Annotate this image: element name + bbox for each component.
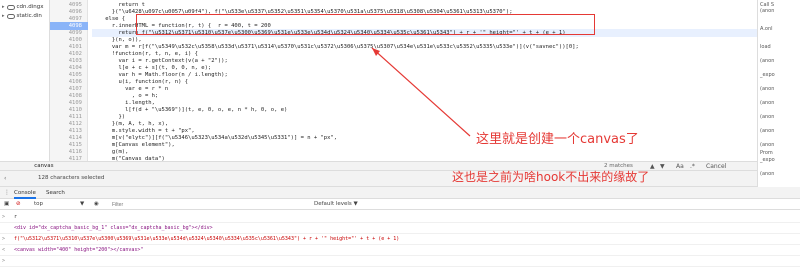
- console-prompt-icon: <: [2, 247, 6, 253]
- console-prompt-icon: >: [2, 236, 6, 242]
- highlight-box: [136, 14, 595, 35]
- search-input[interactable]: [34, 163, 144, 170]
- console-output[interactable]: > r <div id="dx_captcha_basic_bg_1" class=…: [0, 210, 800, 276]
- chevron-right-icon[interactable]: ▸: [2, 13, 5, 19]
- call-frame-item[interactable]: (anon: [760, 128, 774, 134]
- console-text: <canvas width="400" height="200"></canva…: [14, 247, 144, 253]
- call-frame-item[interactable]: _expo: [760, 157, 775, 163]
- previous-match-button[interactable]: ▲: [650, 163, 655, 170]
- annotation-note-1: 这里就是创建一个canvas了: [476, 132, 639, 147]
- call-frame-item[interactable]: A.onl: [760, 26, 773, 32]
- match-case-button[interactable]: Aa: [676, 163, 684, 170]
- call-frame-item[interactable]: Prom: [760, 150, 773, 156]
- filter-input[interactable]: [112, 200, 292, 209]
- cloud-icon: [6, 4, 15, 10]
- call-frame-item[interactable]: (anon: [760, 86, 774, 92]
- toggle-sidebar-icon[interactable]: ‹: [4, 175, 6, 182]
- context-dropdown-icon[interactable]: ▼: [80, 200, 84, 209]
- call-frame-item[interactable]: (anon: [760, 142, 774, 148]
- cloud-icon: [6, 13, 15, 19]
- tab-console[interactable]: Console: [14, 187, 36, 199]
- regex-button[interactable]: .*: [690, 163, 695, 170]
- next-match-button[interactable]: ▼: [660, 163, 665, 170]
- chevron-right-icon[interactable]: ▸: [2, 4, 5, 10]
- console-prompt-icon: >: [2, 214, 6, 220]
- console-text: f("\u5312\u5371\u5310\u537e\u5300\u5369\…: [14, 236, 400, 242]
- call-frame-item[interactable]: _expo: [760, 72, 775, 78]
- console-row[interactable]: > r: [0, 212, 800, 223]
- log-levels-dropdown[interactable]: Default levels ▼: [314, 200, 358, 209]
- call-frame-item[interactable]: (anon: [760, 8, 774, 14]
- clear-console-icon[interactable]: ⊘: [16, 200, 21, 209]
- cancel-search-button[interactable]: Cancel: [706, 163, 726, 170]
- context-selector[interactable]: top: [34, 200, 43, 209]
- annotation-note-2: 这也是之前为啥hook不出来的缘故了: [452, 170, 650, 184]
- call-frame-item[interactable]: (anon: [760, 114, 774, 120]
- call-frame-item[interactable]: (anon: [760, 100, 774, 106]
- console-row[interactable]: > f("\u5312\u5371\u5310\u537e\u5300\u5369…: [0, 234, 800, 245]
- call-frame-item[interactable]: (anon: [760, 171, 774, 177]
- console-row[interactable]: < <canvas width="400" height="200"></canv…: [0, 245, 800, 256]
- console-row[interactable]: >: [0, 256, 800, 267]
- selection-status: 128 characters selected: [38, 175, 105, 181]
- call-frame-item[interactable]: load: [760, 44, 771, 50]
- file-tree-panel: ▸ cdn.dingx ▸ static.din: [0, 0, 50, 170]
- eye-icon[interactable]: ◉: [94, 200, 99, 209]
- drawer-menu-icon[interactable]: ⋮: [4, 189, 10, 196]
- console-prompt-icon: >: [2, 258, 6, 264]
- tree-item-label: static.din: [16, 13, 42, 19]
- drawer-tabs: ⋮ Console Search: [0, 187, 800, 199]
- call-frame-item[interactable]: (anon: [760, 58, 774, 64]
- console-toolbar: ▣ ⊘ top ▼ ◉ Default levels ▼: [0, 199, 800, 210]
- console-text: <div id="dx_captcha_basic_bg_1" class="d…: [14, 225, 213, 231]
- tree-item-static[interactable]: ▸ static.din: [2, 11, 42, 21]
- tab-search[interactable]: Search: [46, 187, 65, 199]
- call-stack-panel: Call S (anon A.onl load (anon _expo (anon (anon…: [757, 0, 800, 187]
- sidebar-toggle-icon[interactable]: ▣: [4, 200, 9, 209]
- console-text: r: [14, 214, 18, 220]
- console-row[interactable]: <div id="dx_captcha_basic_bg_1" class="d…: [0, 223, 800, 234]
- tree-item-label: cdn.dingx: [16, 4, 44, 10]
